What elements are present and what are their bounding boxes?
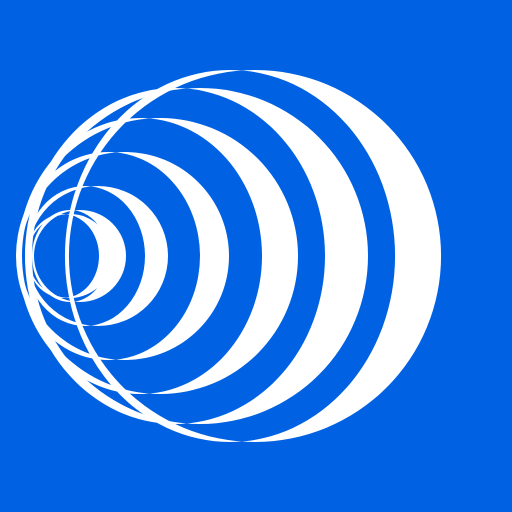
signal-waves-icon xyxy=(0,0,512,512)
app-icon xyxy=(0,0,512,512)
